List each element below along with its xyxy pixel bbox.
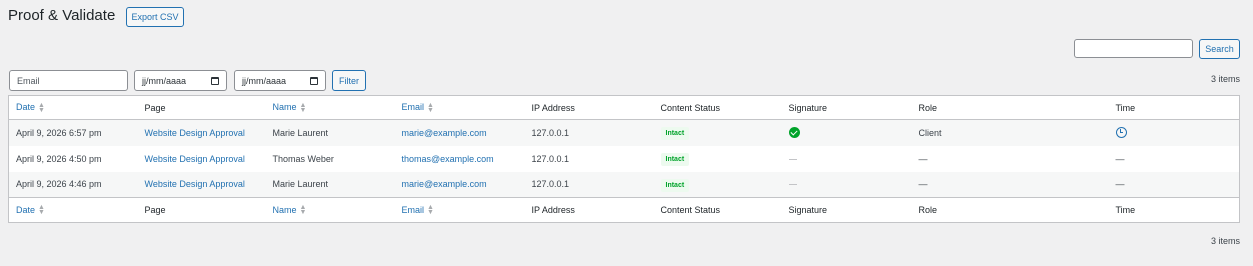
check-circle-icon: [788, 127, 800, 139]
calendar-icon[interactable]: [310, 76, 318, 85]
email-link[interactable]: marie@example.com: [402, 128, 487, 138]
column-footer-email[interactable]: Email ▲ ▼: [395, 198, 525, 223]
table-row: April 9, 2026 4:50 pm Website Design App…: [9, 146, 1240, 172]
cell-ip: 127.0.0.1: [531, 127, 570, 138]
date-to-value: jj/mm/aaaa: [242, 75, 287, 86]
table-row: April 9, 2026 4:46 pm Website Design App…: [8, 171, 1240, 198]
column-footer-page: Page: [144, 205, 166, 215]
date-to-field[interactable]: jj/mm/aaaa: [234, 70, 326, 91]
cell-date: April 9, 2026 4:50 pm: [16, 153, 102, 164]
cell-date: April 9, 2026 6:57 pm: [16, 127, 102, 138]
column-header-time: Time: [1115, 102, 1136, 113]
sort-icon: ▲ ▼: [38, 204, 45, 217]
page-link[interactable]: Website Design Approval: [145, 154, 245, 164]
column-header-signature: Signature: [788, 102, 828, 113]
cell-name: Marie Laurent: [272, 179, 329, 190]
column-footer-name[interactable]: Name ▲ ▼: [266, 198, 395, 223]
email-filter-placeholder: Email: [17, 75, 40, 86]
column-header-date[interactable]: Date ▲ ▼: [9, 96, 138, 120]
cell-ip: 127.0.0.1: [531, 179, 570, 190]
column-header-status: Content Status: [660, 102, 721, 113]
date-from-field[interactable]: jj/mm/aaaa: [134, 70, 227, 91]
cell-role: —: [918, 179, 928, 190]
column-footer-signature: Signature: [788, 205, 828, 215]
dash-icon: [788, 184, 797, 186]
items-count-top: 3 items: [1210, 74, 1240, 84]
page-link[interactable]: Website Design Approval: [145, 128, 245, 138]
clock-icon[interactable]: [1115, 127, 1127, 139]
column-header-email[interactable]: Email ▲ ▼: [395, 96, 525, 120]
email-link[interactable]: marie@example.com: [402, 179, 487, 189]
column-footer-time: Time: [1115, 205, 1136, 215]
column-footer-role: Role: [918, 205, 938, 215]
cell-ip: 127.0.0.1: [531, 153, 570, 164]
cell-name: Marie Laurent: [272, 127, 329, 138]
search-button[interactable]: Search: [1199, 39, 1240, 59]
sort-icon: ▲ ▼: [427, 101, 434, 114]
export-csv-button[interactable]: Export CSV: [126, 7, 184, 27]
sort-icon: ▲ ▼: [299, 204, 307, 217]
entries-table: Date ▲ ▼ Page Name ▲ ▼ Email ▲ ▼ IP Address Co…: [8, 95, 1240, 223]
column-footer-ip: IP Address: [531, 205, 575, 215]
column-header-name[interactable]: Name ▲ ▼: [266, 96, 395, 120]
filter-button[interactable]: Filter: [332, 70, 366, 91]
cell-date: April 9, 2026 4:46 pm: [16, 179, 102, 190]
page-title: Proof & Validate: [8, 7, 116, 24]
sort-icon: ▲ ▼: [38, 101, 45, 114]
table-header-row: Date ▲ ▼ Page Name ▲ ▼ Email ▲ ▼ IP Address Co…: [8, 96, 1240, 120]
column-header-ip: IP Address: [531, 102, 575, 113]
calendar-icon[interactable]: [211, 76, 219, 85]
table-footer-row: Date ▲ ▼ Page Name ▲ ▼ Email ▲ ▼ IP Address Co…: [8, 197, 1240, 223]
column-footer-date[interactable]: Date ▲ ▼: [9, 198, 138, 223]
status-badge: Intact: [660, 178, 690, 192]
sort-icon: ▲ ▼: [299, 101, 307, 114]
email-filter-field[interactable]: Email: [9, 70, 128, 91]
page-link[interactable]: Website Design Approval: [145, 179, 245, 189]
status-badge: Intact: [660, 153, 690, 166]
status-badge: Intact: [660, 127, 690, 141]
cell-role: Client: [918, 127, 942, 138]
column-header-page: Page: [144, 102, 166, 113]
date-from-value: jj/mm/aaaa: [142, 75, 187, 86]
cell-role: —: [918, 153, 928, 164]
dash-icon: [788, 158, 797, 160]
table-row: April 9, 2026 6:57 pm Website Design App…: [8, 119, 1240, 146]
column-header-role: Role: [918, 102, 938, 113]
items-count-bottom: 3 items: [1210, 236, 1240, 246]
column-footer-status: Content Status: [660, 205, 721, 215]
cell-time: —: [1115, 153, 1125, 164]
cell-time: —: [1115, 179, 1125, 190]
sort-icon: ▲ ▼: [427, 204, 434, 217]
email-link[interactable]: thomas@example.com: [402, 154, 494, 164]
search-input[interactable]: [1074, 39, 1193, 58]
cell-name: Thomas Weber: [272, 153, 334, 164]
